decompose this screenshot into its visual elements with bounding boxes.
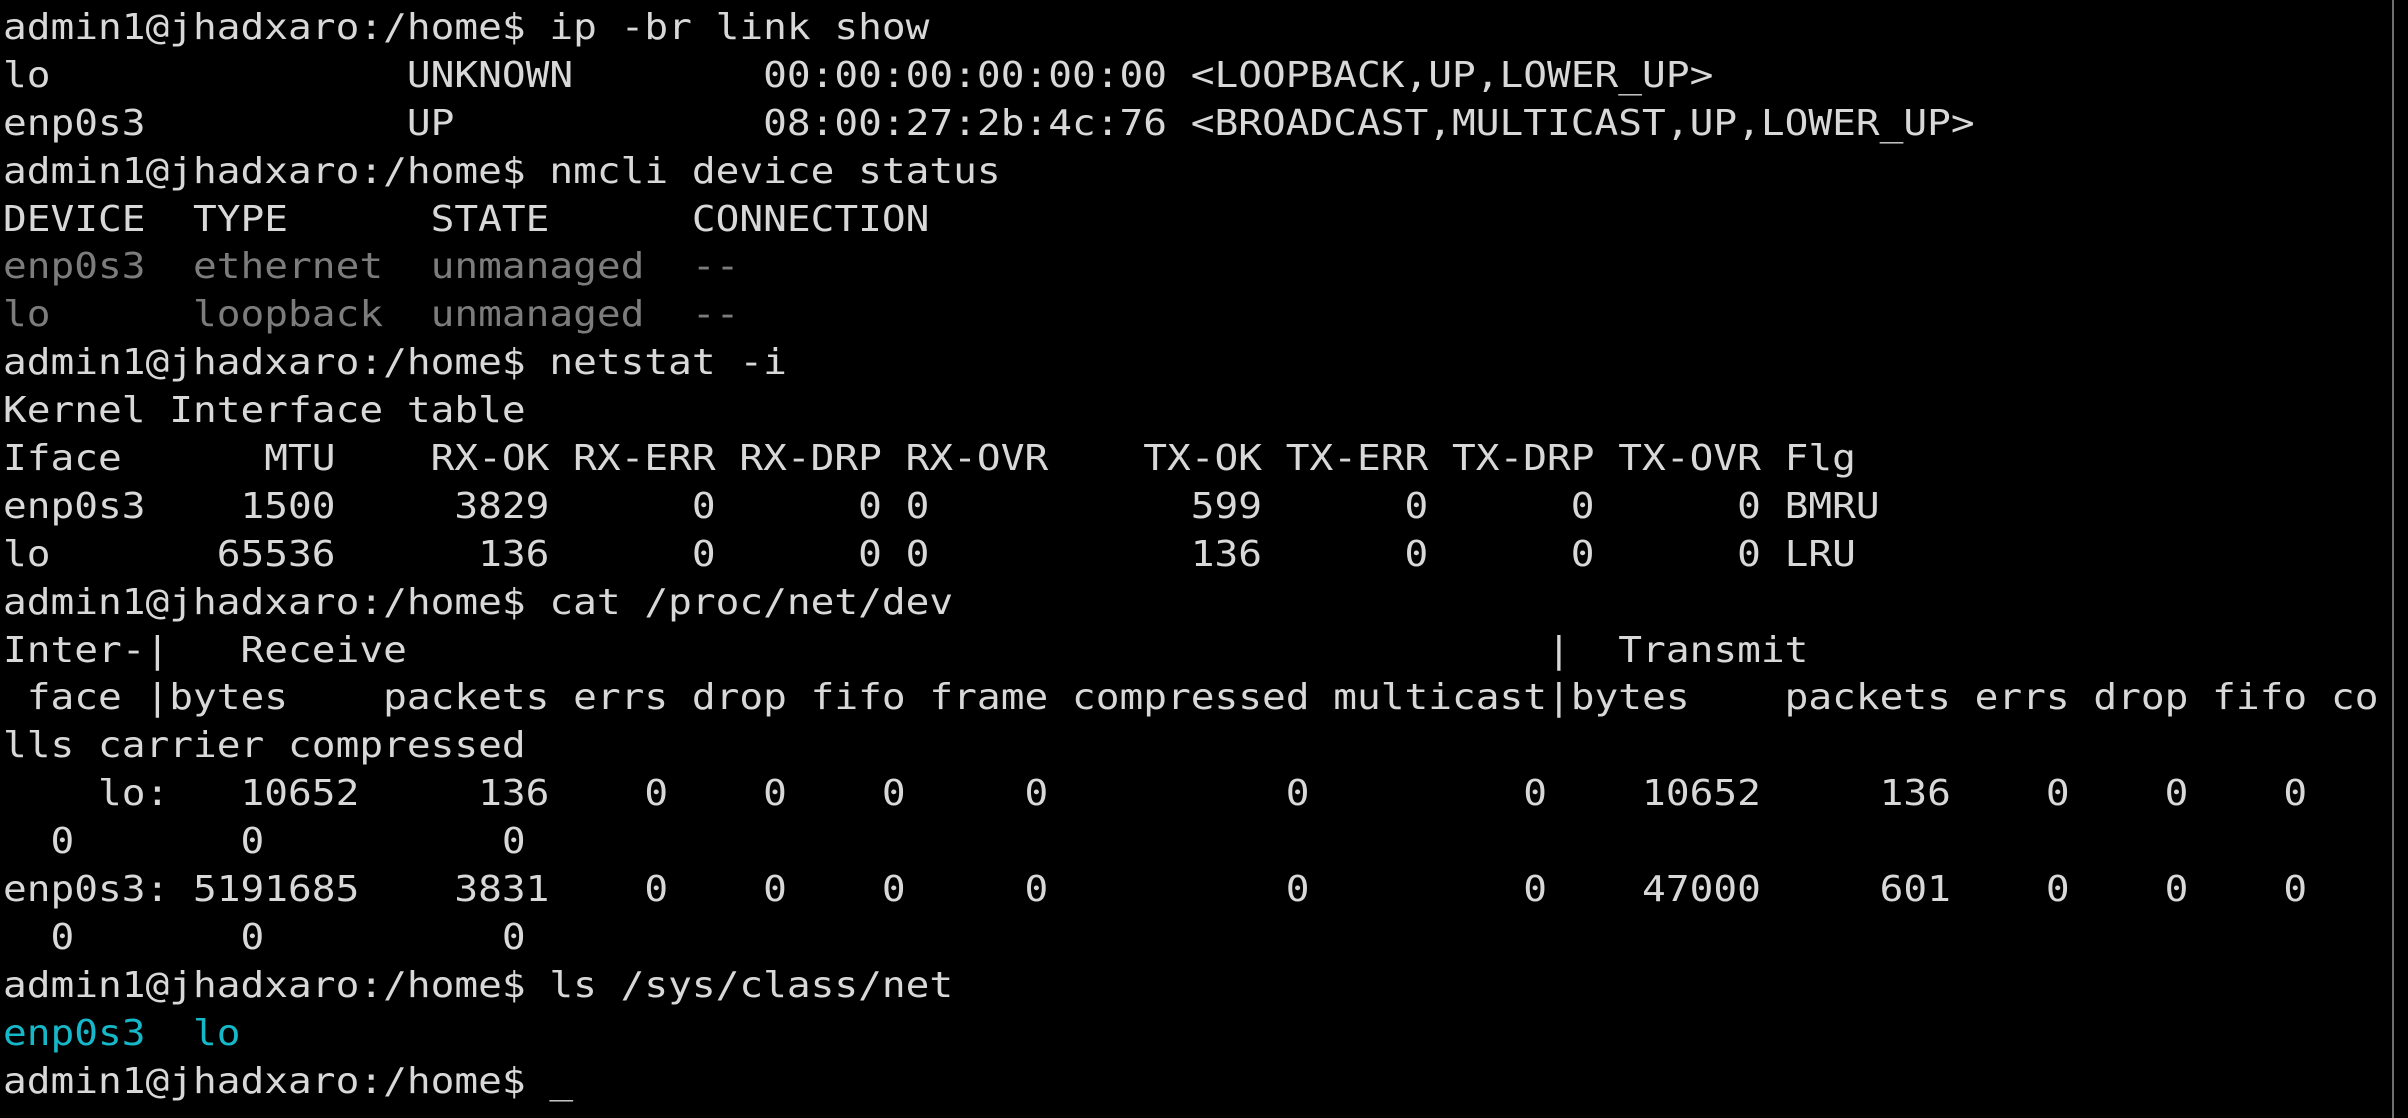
line-text: enp0s3 UP 08:00:27:2b:4c:76 <BROADCAST,M… bbox=[3, 102, 1975, 144]
line-text: DEVICE TYPE STATE CONNECTION bbox=[3, 198, 930, 240]
output-line: enp0s3 UP 08:00:27:2b:4c:76 <BROADCAST,M… bbox=[3, 100, 2408, 148]
command-line: admin1@jhadxaro:/home$ ls /sys/class/net bbox=[3, 962, 2408, 1010]
line-text: Iface MTU RX-OK RX-ERR RX-DRP RX-OVR TX-… bbox=[3, 438, 1856, 480]
output-line: enp0s3: 5191685 3831 0 0 0 0 0 0 47000 6… bbox=[3, 866, 2408, 914]
output-line: enp0s3 1500 3829 0 0 0 599 0 0 0 BMRU bbox=[3, 483, 2408, 531]
output-line: lls carrier compressed bbox=[3, 722, 2408, 770]
text-cursor: _ bbox=[549, 1060, 574, 1102]
listing-separator bbox=[146, 1013, 194, 1054]
listing-item: enp0s3 bbox=[3, 1012, 146, 1054]
scrollbar-edge bbox=[2392, 0, 2408, 1118]
output-line-dim: lo loopback unmanaged -- bbox=[3, 291, 2408, 339]
output-line: lo 65536 136 0 0 0 136 0 0 0 LRU bbox=[3, 531, 2408, 579]
output-line: Kernel Interface table bbox=[3, 387, 2408, 435]
line-text: admin1@jhadxaro:/home$ ip -br link show bbox=[3, 7, 930, 48]
line-text: enp0s3 1500 3829 0 0 0 599 0 0 0 BMRU bbox=[3, 485, 1880, 527]
terminal-screen[interactable]: admin1@jhadxaro:/home$ ip -br link show … bbox=[0, 0, 2408, 1118]
line-text: admin1@jhadxaro:/home$ ls /sys/class/net bbox=[3, 964, 954, 1006]
output-line: 0 0 0 bbox=[3, 914, 2408, 962]
listing-item: lo bbox=[193, 1012, 241, 1054]
line-text: Kernel Interface table bbox=[3, 390, 526, 432]
output-line: lo UNKNOWN 00:00:00:00:00:00 <LOOPBACK,U… bbox=[3, 52, 2408, 100]
line-text: 0 0 0 bbox=[3, 821, 526, 863]
line-text: admin1@jhadxaro:/home$ netstat -i bbox=[3, 342, 787, 384]
output-line: DEVICE TYPE STATE CONNECTION bbox=[3, 196, 2408, 244]
line-text: 0 0 0 bbox=[3, 916, 526, 958]
line-text: lo loopback unmanaged -- bbox=[3, 294, 740, 336]
command-line: admin1@jhadxaro:/home$ netstat -i bbox=[3, 339, 2408, 387]
command-line: admin1@jhadxaro:/home$ ip -br link show bbox=[3, 4, 2408, 52]
command-line: admin1@jhadxaro:/home$ nmcli device stat… bbox=[3, 148, 2408, 196]
command-line: admin1@jhadxaro:/home$ cat /proc/net/dev bbox=[3, 579, 2408, 627]
output-line: Inter-| Receive | Transmit bbox=[3, 627, 2408, 675]
line-text: admin1@jhadxaro:/home$ cat /proc/net/dev bbox=[3, 581, 954, 623]
line-text: lo UNKNOWN 00:00:00:00:00:00 <LOOPBACK,U… bbox=[3, 54, 1714, 96]
output-line: lo: 10652 136 0 0 0 0 0 0 10652 136 0 0 … bbox=[3, 770, 2408, 818]
line-text: face |bytes packets errs drop fifo frame… bbox=[3, 677, 2379, 719]
directory-listing: enp0s3 lo bbox=[3, 1010, 2408, 1058]
prompt-text: admin1@jhadxaro:/home$ bbox=[3, 1060, 550, 1102]
line-text: enp0s3: 5191685 3831 0 0 0 0 0 0 47000 6… bbox=[3, 869, 2308, 911]
line-text: lo 65536 136 0 0 0 136 0 0 0 LRU bbox=[3, 533, 1856, 575]
output-line: Iface MTU RX-OK RX-ERR RX-DRP RX-OVR TX-… bbox=[3, 435, 2408, 483]
line-text: enp0s3 ethernet unmanaged -- bbox=[3, 246, 740, 288]
output-line-dim: enp0s3 ethernet unmanaged -- bbox=[3, 243, 2408, 291]
line-text: Inter-| Receive | Transmit bbox=[3, 629, 1809, 671]
active-prompt-line[interactable]: admin1@jhadxaro:/home$ _ bbox=[3, 1058, 2408, 1106]
line-text: admin1@jhadxaro:/home$ nmcli device stat… bbox=[3, 150, 1001, 192]
line-text: lo: 10652 136 0 0 0 0 0 0 10652 136 0 0 … bbox=[3, 773, 2308, 815]
line-text: lls carrier compressed bbox=[3, 725, 526, 767]
output-line: face |bytes packets errs drop fifo frame… bbox=[3, 674, 2408, 722]
output-line: 0 0 0 bbox=[3, 818, 2408, 866]
